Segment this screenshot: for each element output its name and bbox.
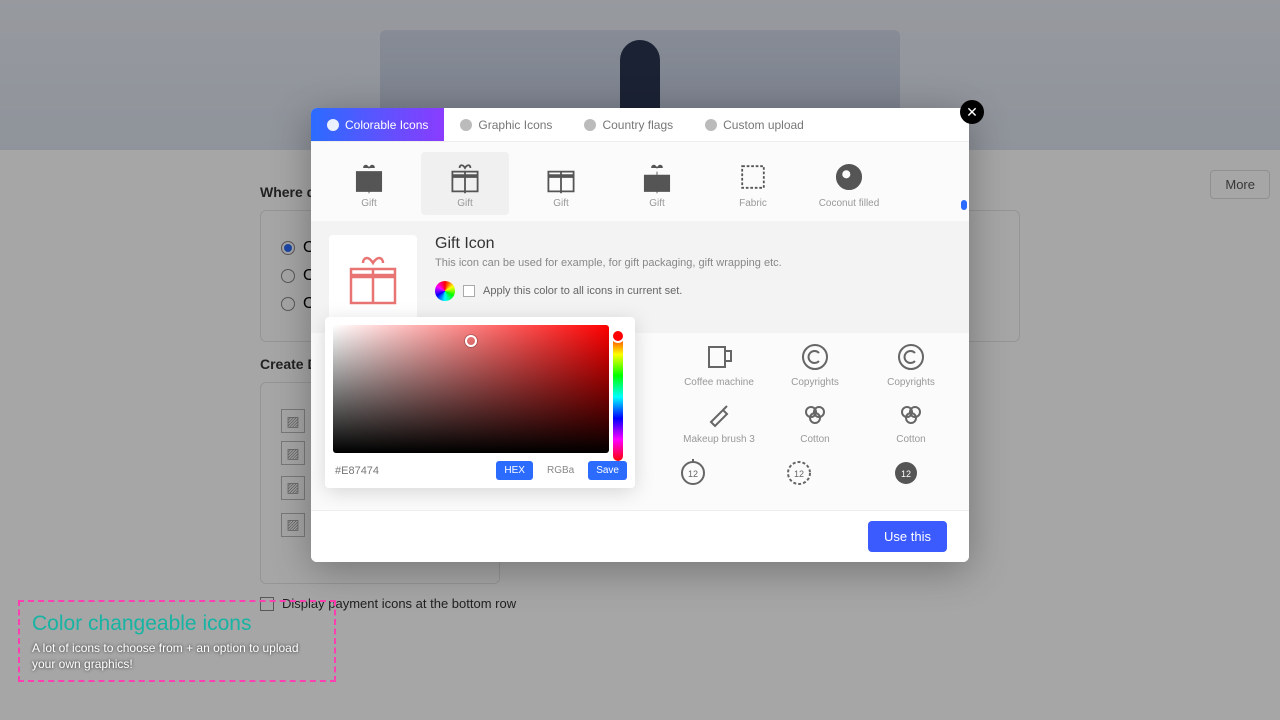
icon-fabric[interactable]: Fabric [709,152,797,215]
icon-timer-12c[interactable]: 12 [862,453,950,489]
hue-slider[interactable] [613,333,623,461]
icon-row-top: Gift Gift Gift Gift Fabric Coconut fille… [311,142,969,215]
hex-mode-button[interactable]: HEX [496,461,533,480]
icon-label: Gift [615,198,699,209]
callout-title: Color changeable icons [32,612,322,636]
use-this-button[interactable]: Use this [868,521,947,552]
apply-all-label: Apply this color to all icons in current… [483,285,682,297]
icon-label: Copyrights [771,377,859,388]
color-picker: #E87474 HEX RGBa Save [325,317,635,488]
modal-body: Gift Gift Gift Gift Fabric Coconut fille… [311,142,969,510]
svg-text:12: 12 [688,469,698,479]
icon-gift-1[interactable]: Gift [325,152,413,215]
tab-colorable-icons[interactable]: Colorable Icons [311,108,444,141]
icon-timer-12b[interactable]: 12 [755,453,843,489]
tab-label: Graphic Icons [478,118,552,132]
icon-label: Cotton [771,434,859,445]
icon-makeup-brush[interactable]: Makeup brush 3 [675,396,763,445]
rgba-mode-button[interactable]: RGBa [539,461,582,480]
icon-label: Coffee machine [675,377,763,388]
icon-label: Cotton [867,434,955,445]
color-wheel-icon[interactable] [435,281,455,301]
icon-copyrights-2[interactable]: Copyrights [867,339,955,388]
icon-label: Coconut filled [807,198,891,209]
gift-icon [341,247,405,311]
tab-label: Custom upload [723,118,804,132]
icon-picker-modal: Colorable Icons Graphic Icons Country fl… [311,108,969,562]
icon-detail-panel: Gift Icon This icon can be used for exam… [311,221,969,333]
tab-label: Colorable Icons [345,118,428,132]
svg-text:12: 12 [794,469,804,479]
icon-label: Copyrights [867,377,955,388]
detail-title: Gift Icon [435,235,951,253]
icon-coffee-machine[interactable]: Coffee machine [675,339,763,388]
icon-preview [329,235,417,323]
icon-label: Gift [327,198,411,209]
callout-desc: A lot of icons to choose from + an optio… [32,640,322,672]
icon-cotton-1[interactable]: Cotton [771,396,859,445]
icon-cotton-2[interactable]: Cotton [867,396,955,445]
icon-label: Fabric [711,198,795,209]
icon-copyrights-1[interactable]: Copyrights [771,339,859,388]
circle-icon [460,119,472,131]
feature-callout: Color changeable icons A lot of icons to… [18,600,336,682]
icon-gift-4[interactable]: Gift [613,152,701,215]
apply-all-checkbox[interactable] [463,285,475,297]
sv-cursor[interactable] [465,335,477,347]
hue-thumb[interactable] [611,329,625,343]
icon-label: Gift [519,198,603,209]
save-color-button[interactable]: Save [588,461,627,480]
hex-value: #E87474 [333,465,490,477]
upload-icon [705,119,717,131]
tab-country-flags[interactable]: Country flags [568,108,689,141]
tab-label: Country flags [602,118,673,132]
icon-gift-2-selected[interactable]: Gift [421,152,509,215]
icon-label: Makeup brush 3 [675,434,763,445]
icon-coconut[interactable]: Coconut filled [805,152,893,215]
person-icon [327,119,339,131]
tab-custom-upload[interactable]: Custom upload [689,108,820,141]
svg-text:12: 12 [901,469,911,479]
detail-description: This icon can be used for example, for g… [435,257,951,269]
modal-footer: Use this [311,510,969,562]
icon-timer-12a[interactable]: 12 [649,453,737,489]
tab-graphic-icons[interactable]: Graphic Icons [444,108,568,141]
icon-label: Gift [423,198,507,209]
close-icon[interactable]: ✕ [960,100,984,124]
scrollbar-thumb[interactable] [961,200,967,210]
saturation-value-area[interactable] [333,325,609,453]
flag-icon [584,119,596,131]
modal-tabs: Colorable Icons Graphic Icons Country fl… [311,108,969,142]
icon-gift-3[interactable]: Gift [517,152,605,215]
